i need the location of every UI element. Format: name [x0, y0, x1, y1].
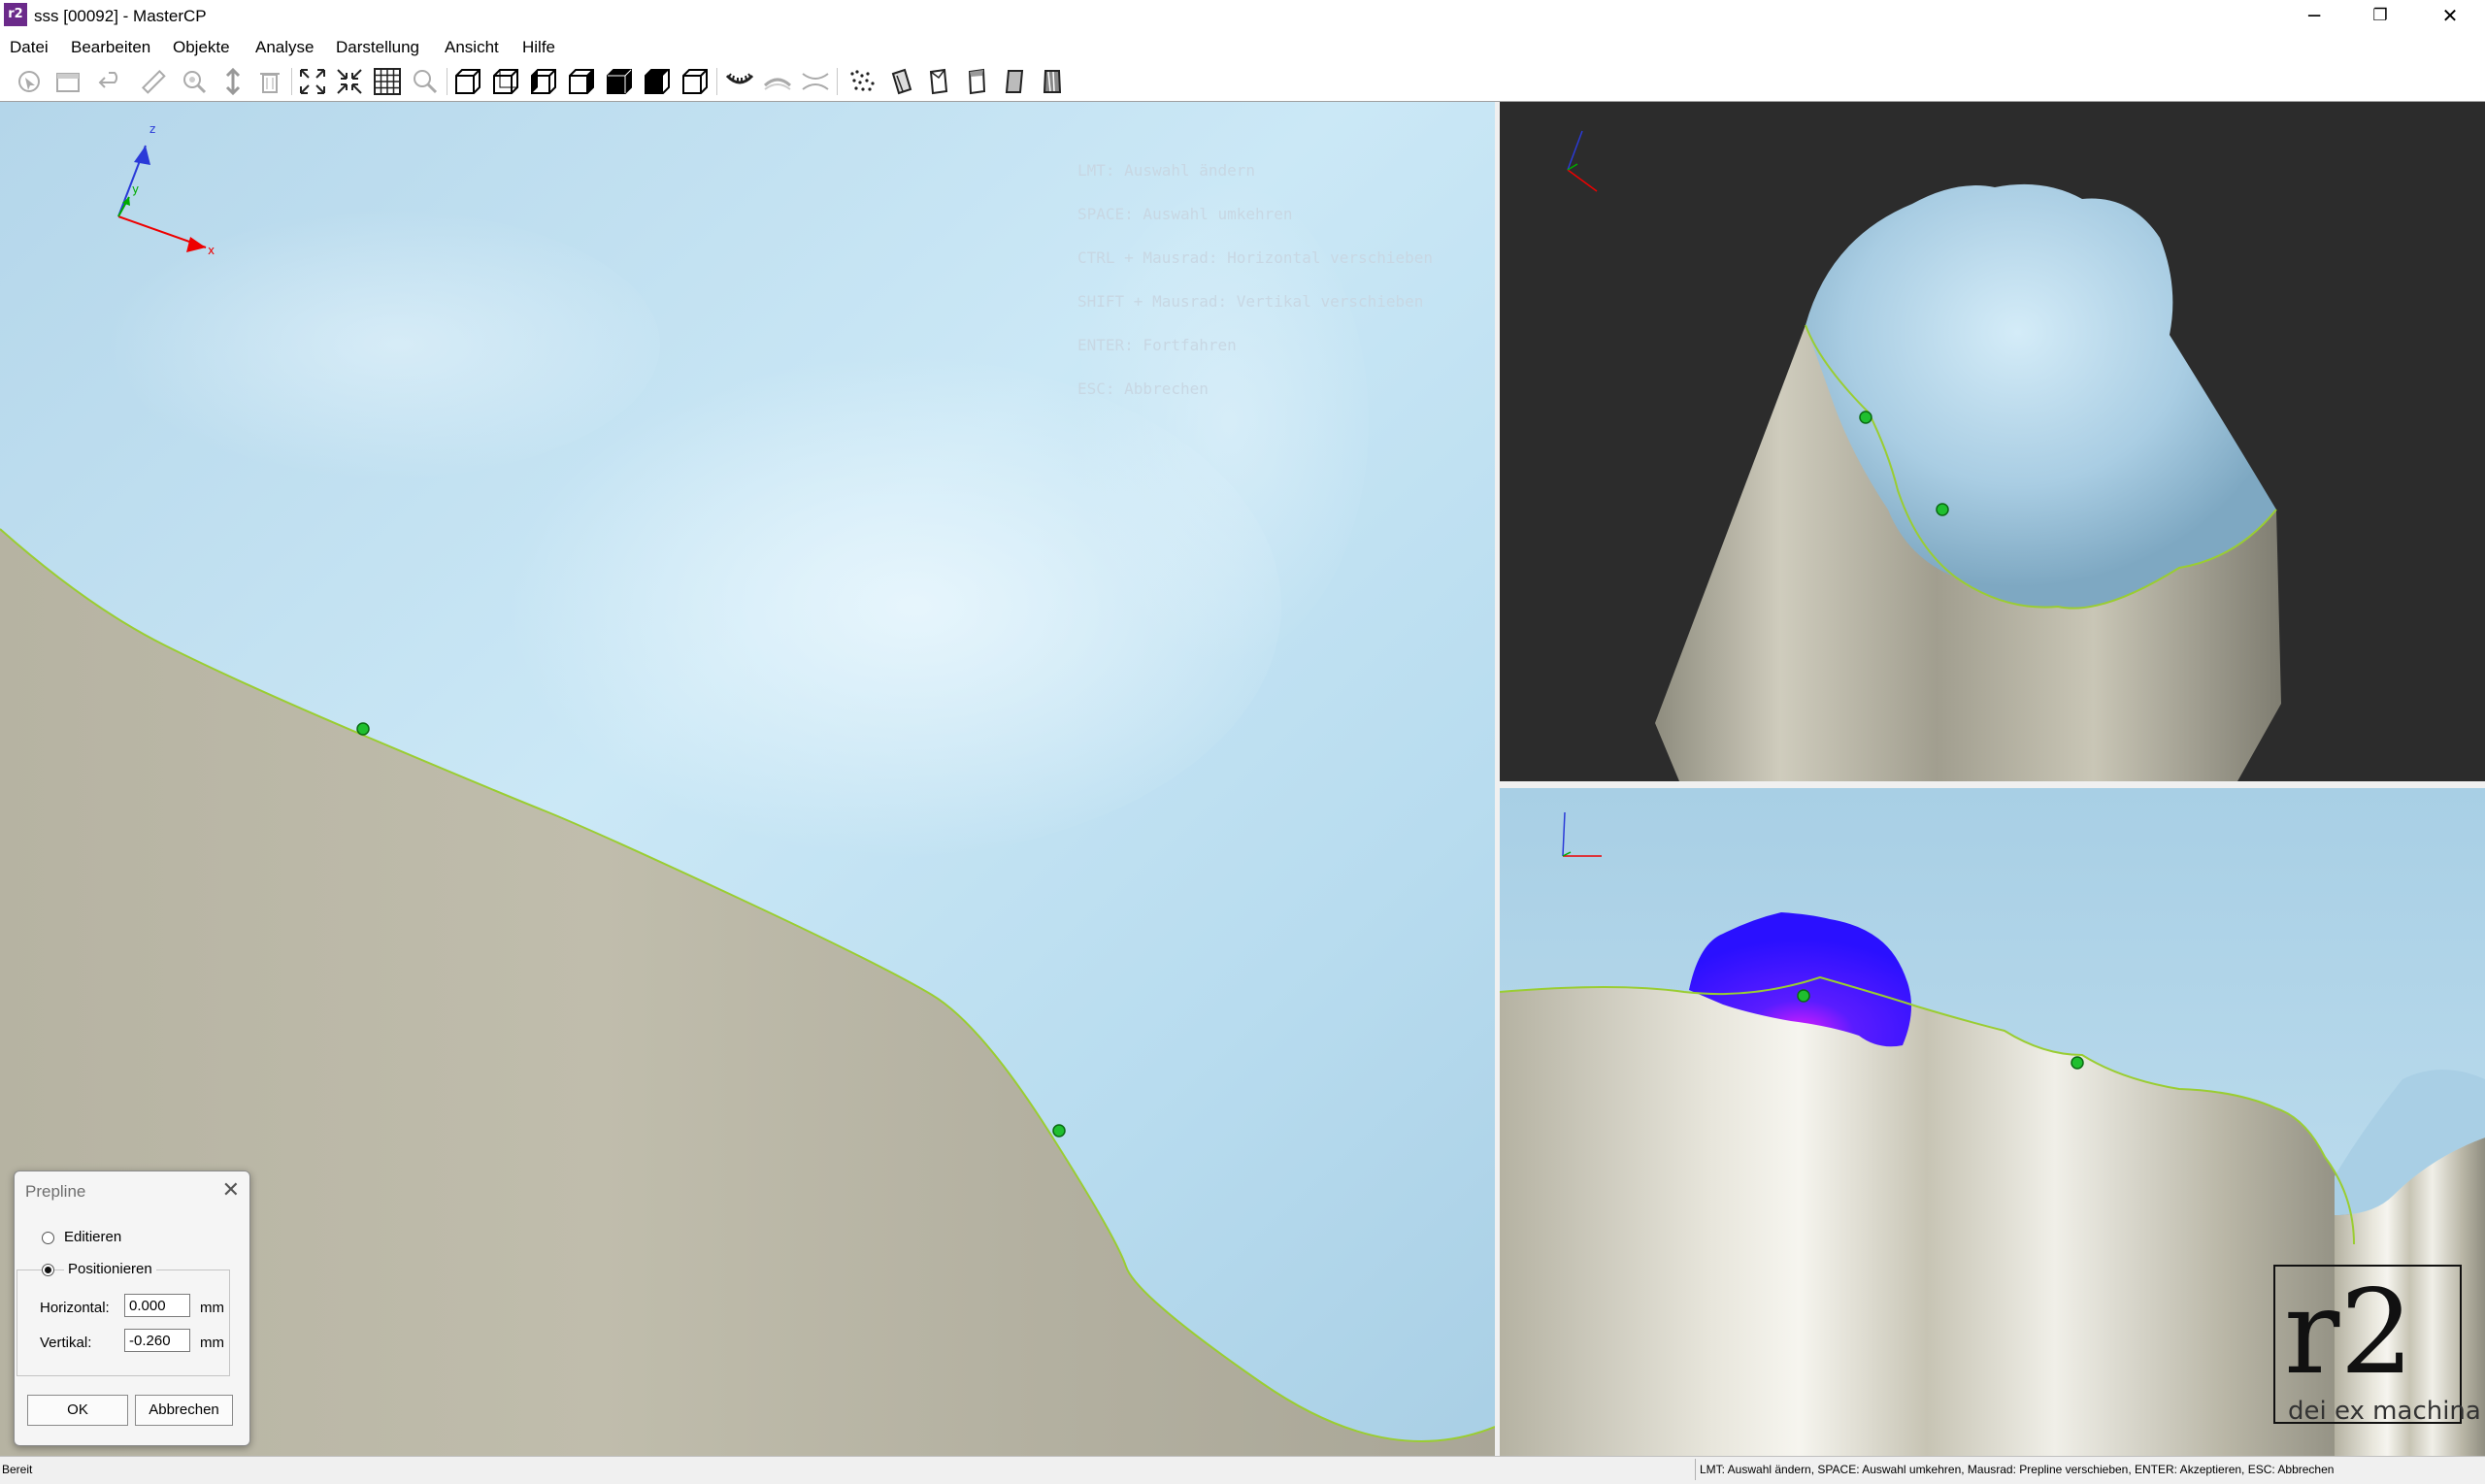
top-right-scene — [1567, 130, 2281, 781]
points-icon[interactable] — [846, 66, 878, 97]
hint-line: LMT: Auswahl ändern — [1077, 161, 1256, 180]
vertical-unit: mm — [200, 1335, 224, 1351]
magnifier-icon[interactable] — [410, 66, 441, 97]
expand-icon[interactable] — [297, 66, 328, 97]
status-bar: Bereit LMT: Auswahl ändern, SPACE: Auswa… — [0, 1456, 2485, 1484]
toolbar-separator — [716, 68, 717, 95]
view-front-icon[interactable] — [452, 66, 483, 97]
viewport-hints: LMT: Auswahl ändern SPACE: Auswahl umkeh… — [1077, 134, 1433, 425]
jaw-upper-icon[interactable] — [724, 66, 755, 97]
bottom-right-viewport[interactable]: r2 dei ex machina — [1500, 788, 2485, 1456]
dialog-title: Prepline — [25, 1182, 86, 1201]
ruler-icon[interactable] — [138, 66, 169, 97]
horizontal-unit: mm — [200, 1300, 224, 1316]
app-icon: r2 — [4, 3, 27, 26]
view-back-icon[interactable] — [490, 66, 521, 97]
vertical-label: Vertikal: — [40, 1335, 92, 1351]
die-4-icon[interactable] — [999, 66, 1030, 97]
hint-line: ENTER: Fortfahren — [1077, 336, 1237, 354]
zoom-icon[interactable] — [179, 66, 210, 97]
minimize-button[interactable]: ─ — [2281, 0, 2347, 32]
prepline-point[interactable] — [1052, 1124, 1066, 1138]
die-3-icon[interactable] — [961, 66, 992, 97]
ok-button[interactable]: OK — [27, 1395, 128, 1426]
cursor-icon[interactable] — [14, 66, 45, 97]
radio-editieren[interactable] — [42, 1232, 54, 1244]
hint-line: SPACE: Auswahl umkehren — [1077, 205, 1293, 223]
logo-main: r2 — [2284, 1266, 2414, 1401]
die-1-icon[interactable] — [885, 66, 916, 97]
menu-bearbeiten[interactable]: Bearbeiten — [71, 38, 150, 57]
toolbar-separator — [291, 68, 292, 95]
top-right-viewport[interactable] — [1500, 102, 2485, 781]
prepline-point[interactable] — [1859, 411, 1872, 424]
box-icon[interactable] — [52, 66, 83, 97]
undo-icon[interactable] — [95, 66, 126, 97]
menu-hilfe[interactable]: Hilfe — [522, 38, 555, 57]
prepline-point[interactable] — [356, 722, 370, 736]
close-window-button[interactable]: ✕ — [2417, 0, 2483, 32]
hint-line: ESC: Abbrechen — [1077, 379, 1209, 398]
hint-line: CTRL + Mausrad: Horizontal verschieben — [1077, 248, 1434, 267]
bottom-right-scene: r2 dei ex machina — [1500, 788, 2485, 1456]
axis-label-z: z — [149, 122, 155, 136]
trash-icon[interactable] — [254, 66, 285, 97]
radio-label-editieren[interactable]: Editieren — [64, 1229, 121, 1245]
horizontal-input[interactable] — [124, 1294, 190, 1317]
menu-analyse[interactable]: Analyse — [255, 38, 314, 57]
menu-darstellung[interactable]: Darstellung — [336, 38, 419, 57]
axis-label-x: x — [208, 244, 215, 257]
restore-button[interactable]: ❐ — [2347, 0, 2413, 32]
die-5-icon[interactable] — [1037, 66, 1068, 97]
jaw-both-icon[interactable] — [800, 66, 831, 97]
position-group — [17, 1270, 230, 1376]
menu-objekte[interactable]: Objekte — [173, 38, 230, 57]
axis-gizmo — [1567, 130, 1598, 192]
window-title: sss [00092] - MasterCP — [34, 7, 207, 25]
logo-sub: dei ex machina — [2288, 1397, 2481, 1426]
vertical-input[interactable] — [124, 1329, 190, 1352]
status-text: Bereit — [2, 1463, 33, 1476]
prepline-point[interactable] — [2071, 1056, 2084, 1070]
jaw-lower-icon[interactable] — [762, 66, 793, 97]
menu-ansicht[interactable]: Ansicht — [445, 38, 499, 57]
toolbar-separator — [837, 68, 838, 95]
view-iso-icon[interactable] — [679, 66, 711, 97]
die-2-icon[interactable] — [923, 66, 954, 97]
menu-bar: Datei Bearbeiten Objekte Analyse Darstel… — [0, 32, 2485, 63]
view-bottom-icon[interactable] — [642, 66, 673, 97]
title-bar: r2 sss [00092] - MasterCP ─ ❐ ✕ — [0, 0, 2485, 32]
horizontal-label: Horizontal: — [40, 1300, 110, 1316]
menu-datei[interactable]: Datei — [10, 38, 49, 57]
view-left-icon[interactable] — [528, 66, 559, 97]
radio-label-positionieren[interactable]: Positionieren — [64, 1261, 156, 1277]
move-vertical-icon[interactable] — [217, 66, 248, 97]
radio-positionieren[interactable] — [42, 1264, 54, 1276]
view-right-icon[interactable] — [566, 66, 597, 97]
prepline-point[interactable] — [1797, 989, 1810, 1003]
grid-icon[interactable] — [372, 66, 403, 97]
cancel-button[interactable]: Abbrechen — [135, 1395, 233, 1426]
collapse-icon[interactable] — [334, 66, 365, 97]
prepline-point[interactable] — [1936, 503, 1949, 516]
hint-line: SHIFT + Mausrad: Vertikal verschieben — [1077, 292, 1424, 311]
axis-label-y: y — [132, 182, 139, 196]
view-top-icon[interactable] — [604, 66, 635, 97]
toolbar — [0, 62, 2485, 102]
close-icon[interactable]: ✕ — [222, 1177, 240, 1203]
status-hint: LMT: Auswahl ändern, SPACE: Auswahl umke… — [1695, 1459, 2483, 1480]
